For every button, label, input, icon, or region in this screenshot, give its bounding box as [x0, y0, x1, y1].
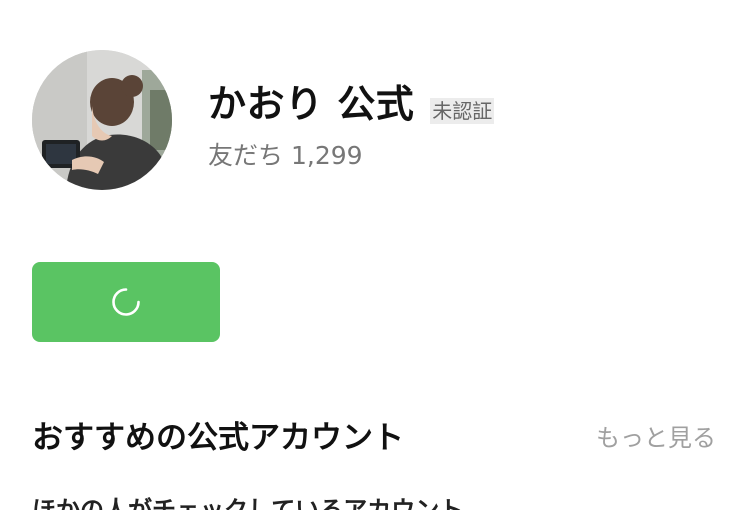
- see-more-link[interactable]: もっと見る: [596, 418, 716, 453]
- profile-avatar[interactable]: [32, 50, 172, 190]
- avatar-photo: [32, 50, 172, 190]
- verification-badge: 未認証: [430, 98, 495, 124]
- profile-header: かおり 公式 未認証: [208, 82, 495, 126]
- others-checking-title: ほかの人がチェックしているアカウント: [32, 496, 464, 510]
- friends-label: 友だち: [208, 141, 284, 170]
- official-account-profile-page: かおり 公式 未認証 友だち 1,299 おすすめの公式アカウント もっと見る ほ…: [0, 0, 750, 510]
- add-friend-button[interactable]: [32, 262, 220, 342]
- loading-spinner-icon: [112, 288, 140, 316]
- profile-name: かおり 公式: [208, 82, 415, 126]
- recommended-accounts-title: おすすめの公式アカウント: [32, 420, 404, 456]
- friends-count-row: 友だち 1,299: [208, 136, 363, 172]
- friends-count: 1,299: [291, 141, 363, 170]
